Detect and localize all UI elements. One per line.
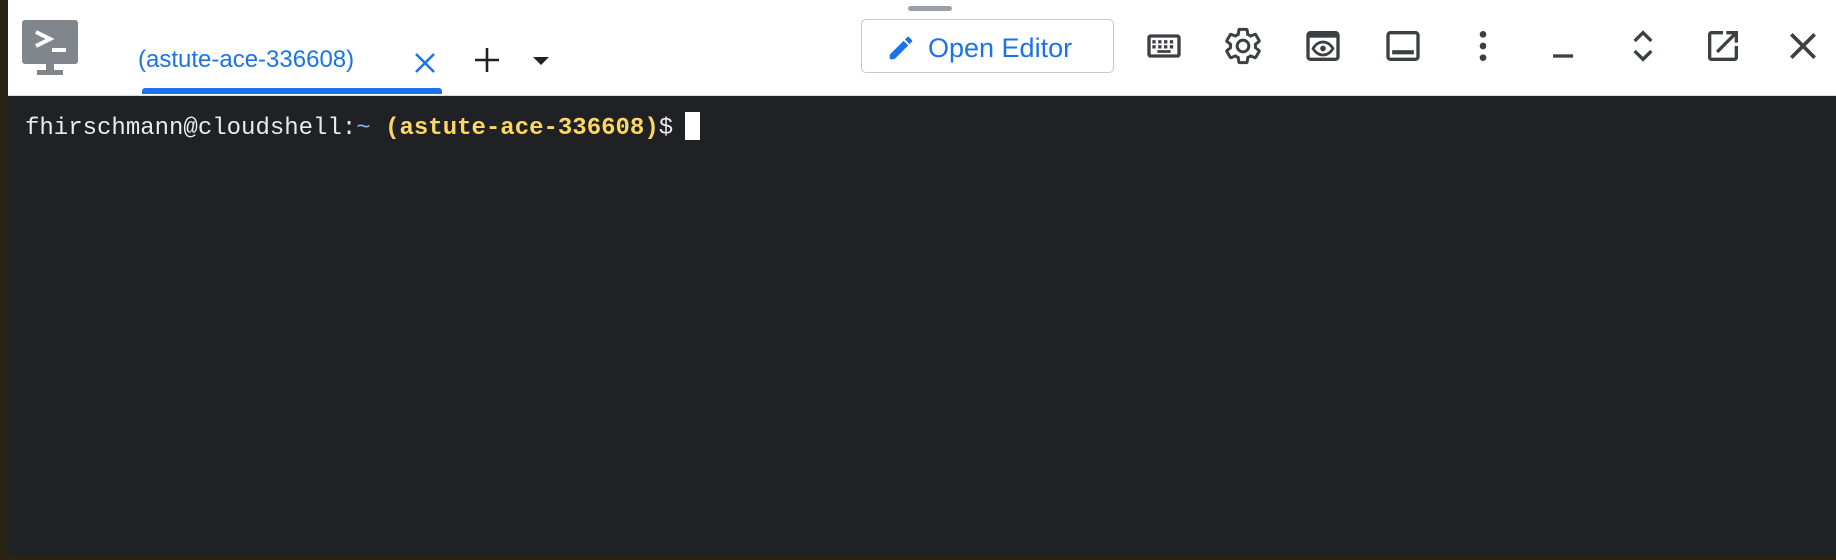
web-preview-button[interactable] [1303,26,1343,66]
web-preview-icon [1306,31,1340,61]
active-tab-indicator [142,88,442,94]
prompt-path: ~ [356,115,371,142]
close-icon [1790,33,1816,59]
plus-icon[interactable] [472,45,502,75]
terminal-prompt: fhirschmann@cloudshell:~ (astute-ace-336… [25,112,701,144]
close-icon[interactable] [412,50,438,76]
settings-button[interactable] [1223,26,1263,66]
open-editor-label: Open Editor [928,33,1073,63]
pencil-icon [889,36,913,60]
more-options-button[interactable] [1463,26,1503,66]
prompt-symbol: $ [658,115,674,142]
expand-icon [1633,30,1653,62]
terminal-tab-label[interactable]: (astute-ace-336608) [138,46,354,74]
cloud-shell-panel: (astute-ace-336608) Open Editor fhirschm… [8,0,1836,556]
minimize-icon [1553,54,1573,58]
prompt-user-host: fhirschmann@cloudshell: [25,115,357,142]
prompt-project: (astute-ace-336608) [385,115,659,142]
terminal-cursor [685,112,701,140]
expand-button[interactable] [1623,26,1663,66]
resize-handle[interactable] [908,6,952,11]
minimize-button[interactable] [1543,26,1583,66]
keyboard-icon [1147,34,1181,58]
background-edge [0,556,1836,560]
panel-layout-button[interactable] [1383,26,1423,66]
open-new-window-button[interactable] [1703,26,1743,66]
close-panel-button[interactable] [1783,26,1823,66]
more-vert-icon [1479,31,1487,61]
cloud-shell-toolbar: (astute-ace-336608) Open Editor [8,0,1836,96]
terminal-area[interactable]: fhirschmann@cloudshell:~ (astute-ace-336… [8,96,1836,556]
open-editor-button[interactable]: Open Editor [861,19,1114,73]
open-new-window-icon [1708,31,1738,61]
caret-down-icon[interactable] [530,54,552,68]
gear-icon [1225,27,1261,65]
keyboard-button[interactable] [1144,26,1184,66]
cloud-shell-logo-icon [22,20,78,75]
panel-icon [1386,31,1420,61]
